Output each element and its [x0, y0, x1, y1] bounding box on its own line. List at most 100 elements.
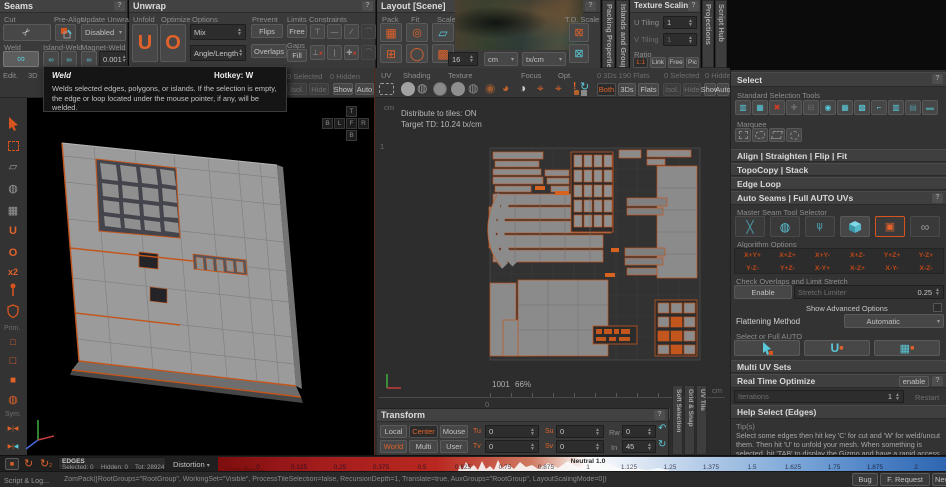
full-auto-unfold-button[interactable]: U■ [804, 340, 870, 356]
constraint-cross-remove-button[interactable]: ✚✘ [344, 45, 359, 60]
v-tiling-field[interactable]: 1▲▼ [663, 33, 697, 46]
su-field[interactable]: 0▲▼ [556, 425, 604, 438]
tab-script-hub[interactable]: Script Hub [715, 0, 727, 68]
shading-wire-icon[interactable]: ◍ [417, 81, 427, 95]
unfold-button[interactable]: U [132, 24, 158, 62]
deselect-tool[interactable]: ✖ [769, 100, 785, 115]
marquee-lasso-tool[interactable] [752, 128, 768, 142]
uv-marquee-icon[interactable] [379, 83, 394, 95]
rotate-cw-icon[interactable]: ↻ [658, 439, 666, 450]
spinner-arrows-icon[interactable]: ▲▼ [895, 393, 900, 401]
tab-islands-and-groups[interactable]: Islands and Groups [616, 0, 629, 68]
user-button[interactable]: User [440, 440, 468, 453]
spinner-arrows-icon[interactable]: ▲▼ [122, 55, 127, 63]
select-edges-tool[interactable]: ▥ [735, 100, 751, 115]
constraint-horizontal-button[interactable]: — [327, 24, 342, 39]
uv-canvas[interactable] [375, 98, 730, 423]
algo-option[interactable]: X+Z- [840, 249, 875, 262]
autoseams-help-button[interactable]: ? [932, 193, 943, 203]
both-button[interactable]: Both [597, 83, 616, 96]
shading-combo-icon[interactable] [433, 82, 447, 96]
topocopy-section-header[interactable]: TopoCopy | Stack [731, 163, 946, 176]
texture-grid-icon[interactable]: ◉ [485, 81, 495, 95]
select-grid-tool[interactable]: ▦ [752, 100, 768, 115]
u-tiling-field[interactable]: 1▲▼ [663, 16, 697, 29]
texture-half-icon[interactable]: ◑ [519, 81, 526, 95]
mouse-button[interactable]: Mouse [440, 425, 468, 438]
select-cross-tool[interactable]: ✚ [786, 100, 802, 115]
ratio-free-button[interactable]: Free [668, 57, 684, 68]
full-auto-select-button[interactable] [734, 340, 800, 356]
rotate-ccw-icon[interactable]: ↶ [658, 423, 666, 434]
reload-2-icon[interactable]: ↻2 [40, 457, 52, 470]
viewport-3d[interactable]: Edit. 3D Sh 0 Selected 0 Hidden Isol. Hi… [0, 68, 375, 455]
scale-button[interactable]: ▱ [432, 23, 454, 42]
cut-button[interactable]: ✂ [3, 24, 51, 41]
fit-single-button[interactable]: ◯ [406, 44, 428, 63]
select-shell-tool[interactable]: ▩ [854, 100, 870, 115]
algo-option[interactable]: X-Y+ [805, 262, 840, 275]
texture-preview-image[interactable] [455, 0, 583, 50]
edgeloop-section-header[interactable]: Edge Loop [731, 177, 946, 190]
tv-field[interactable]: 0▲▼ [485, 440, 539, 453]
marquee-polygon-tool[interactable] [769, 128, 785, 142]
marquee-circle-tool[interactable] [786, 128, 802, 142]
seam-tool-mosaic[interactable]: ▣ [875, 216, 905, 237]
select-vstripe-tool[interactable]: ▥ [888, 100, 904, 115]
uv-isolate-button[interactable]: Isol. [663, 83, 681, 96]
multi-button[interactable]: Multi [409, 440, 438, 453]
iterations-field[interactable]: Iterations 1 ▲▼ [734, 390, 904, 403]
update-unwrap-dropdown[interactable]: Disabled▾ [81, 24, 126, 41]
ratio-pic-button[interactable]: Pic [686, 57, 699, 68]
marquee-rect-tool[interactable] [735, 128, 751, 142]
select-copy-tool[interactable]: ⊟ [803, 100, 819, 115]
flattening-method-dropdown[interactable]: Automatic▾ [844, 314, 944, 328]
feature-request-button[interactable]: F. Request [880, 473, 930, 486]
algo-option[interactable]: X-Z+ [840, 262, 875, 275]
local-button[interactable]: Local [380, 425, 407, 438]
ratio-link-button[interactable]: Link [650, 57, 666, 68]
seams-help-button[interactable]: ? [114, 1, 125, 11]
constraint-vertical-button[interactable]: ∣ [327, 45, 342, 60]
free-button[interactable]: Free [287, 24, 307, 38]
td-scale-button-1[interactable]: ⊠ [569, 23, 589, 42]
texture-checker-icon[interactable]: ◍ [468, 81, 478, 95]
algo-option[interactable]: X-Z- [909, 262, 943, 275]
algo-option[interactable]: Y+Z+ [875, 249, 909, 262]
full-auto-pack-button[interactable]: ▦■ [874, 340, 940, 356]
fill-button[interactable]: Fill [287, 49, 307, 62]
algo-option[interactable]: X-Y- [875, 262, 909, 275]
spinner-arrows-icon[interactable]: ▲▼ [647, 443, 652, 451]
density-unit-dropdown[interactable]: tx/cm▾ [522, 52, 566, 66]
algo-option[interactable]: X+Z+ [770, 249, 805, 262]
distortion-gradient[interactable]: Neutral 1.0 0 0.125 0.25 0.375 0.5 0.625… [218, 457, 946, 471]
texture-plain-icon[interactable] [451, 82, 465, 96]
align-section-header[interactable]: Align | Straighten | Flip | Fit [731, 149, 946, 162]
spinner-arrows-icon[interactable]: ▲▼ [237, 28, 242, 36]
magnet-weld-value-field[interactable]: 0.001▲▼ [99, 51, 126, 67]
seam-tool-atom[interactable]: ╳ [735, 216, 765, 237]
algo-option[interactable]: Y-Z- [735, 262, 770, 275]
spinner-arrows-icon[interactable]: ▲▼ [595, 428, 600, 436]
help-select-header[interactable]: Help Select (Edges) [731, 405, 946, 419]
world-button[interactable]: World [380, 440, 407, 453]
ratio-1-1-button[interactable]: 1:1 [633, 57, 648, 68]
texture-image-icon[interactable]: ◕ [502, 81, 509, 95]
constraint-curve-button[interactable]: ⌒ [361, 24, 376, 39]
spinner-arrows-icon[interactable]: ▲▼ [688, 36, 693, 44]
wall-model-3d[interactable] [0, 68, 375, 455]
unwrap-help-button[interactable]: ? [362, 1, 373, 11]
algo-option[interactable]: X+Y+ [735, 249, 770, 262]
constraint-pin-button[interactable]: ⊤ [310, 24, 325, 39]
tab-grid-snap[interactable]: Grid & Snap [684, 385, 695, 455]
tu-field[interactable]: 0▲▼ [485, 425, 539, 438]
multi-uv-sets-header[interactable]: Multi UV Sets [731, 360, 946, 373]
spinner-arrows-icon[interactable]: ▲▼ [238, 49, 243, 57]
island-weld-button-2[interactable]: ∞ [61, 51, 77, 67]
stop-button[interactable]: ■ [5, 458, 19, 470]
tab-projections[interactable]: Projections [702, 0, 714, 68]
tab-soft-selection[interactable]: Soft Selection [672, 385, 683, 455]
overlaps-button[interactable]: Overlaps [251, 44, 287, 58]
spinner-arrows-icon[interactable]: ▲▼ [935, 288, 940, 296]
uv-hide-button[interactable]: Hide [683, 83, 701, 96]
